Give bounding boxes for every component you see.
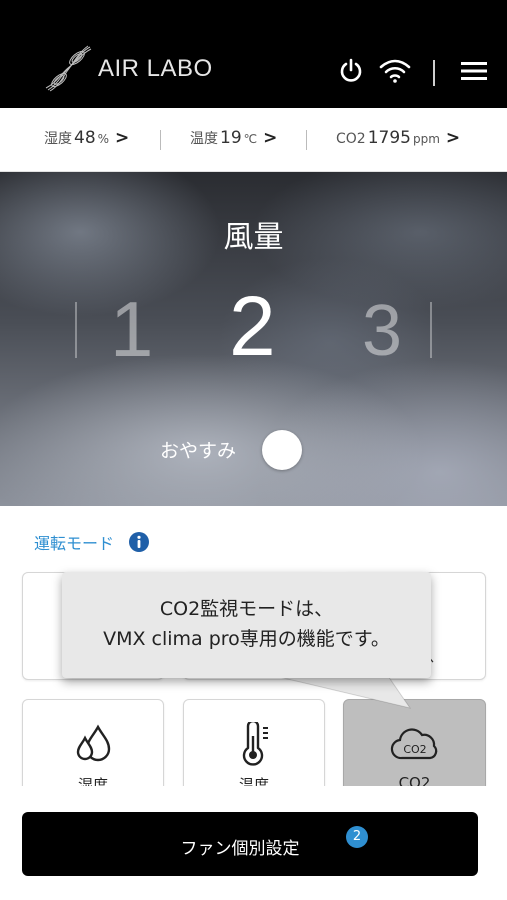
notification-badge: 2 bbox=[346, 826, 368, 848]
fan-individual-settings-button[interactable]: ファン個別設定 2 bbox=[22, 812, 478, 876]
tooltip-line-1: CO2監視モードは、 bbox=[159, 598, 334, 620]
co2-mode-tooltip: CO2監視モードは、 VMX clima pro専用の機能です。 bbox=[62, 572, 431, 678]
tooltip-tail-icon bbox=[274, 675, 412, 709]
tooltip-line-2: VMX clima pro専用の機能です。 bbox=[103, 628, 390, 650]
fan-individual-settings-label: ファン個別設定 bbox=[180, 839, 300, 859]
